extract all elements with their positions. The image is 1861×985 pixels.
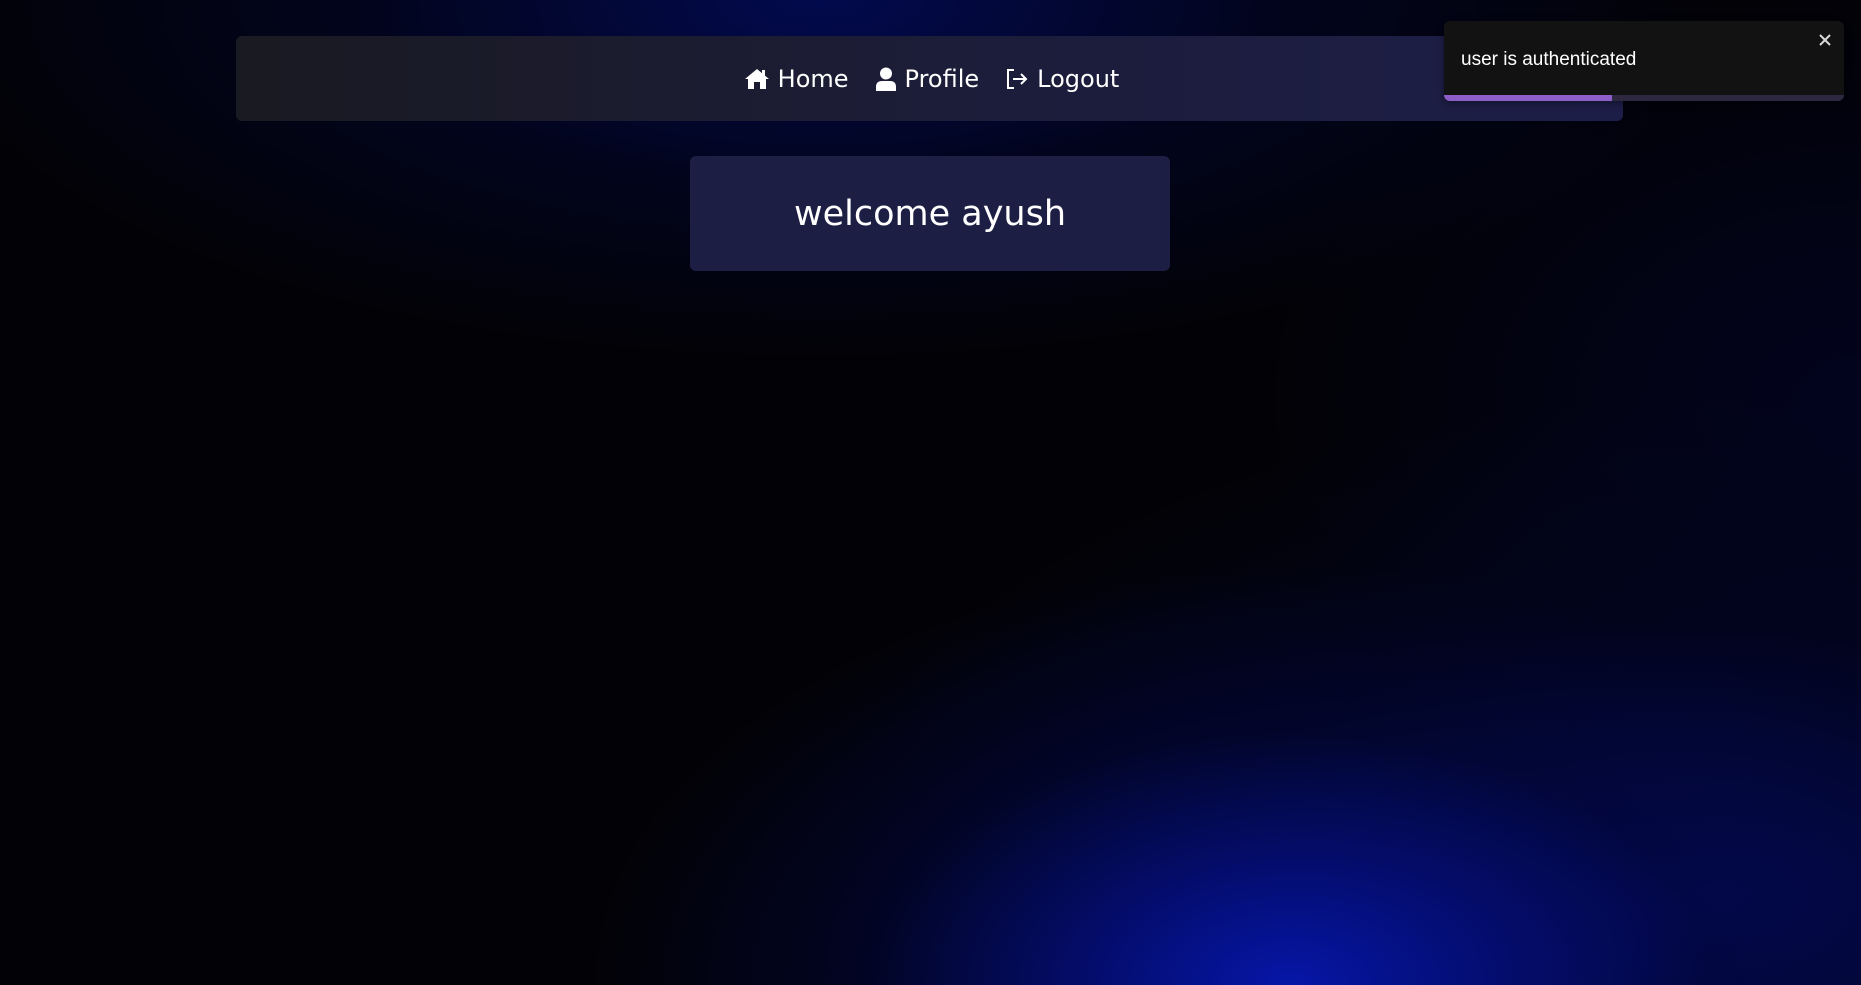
welcome-text: welcome ayush xyxy=(793,193,1067,234)
nav-home-label: Home xyxy=(777,64,849,93)
nav-home-link[interactable]: Home xyxy=(744,65,849,93)
navbar: Home Profile Logout xyxy=(236,36,1623,121)
nav-links: Home Profile Logout xyxy=(744,64,1119,93)
home-icon xyxy=(744,68,770,90)
close-icon[interactable] xyxy=(1814,29,1836,51)
nav-profile-link[interactable]: Profile xyxy=(875,64,980,93)
logout-icon xyxy=(1005,67,1029,91)
toast-notification: user is authenticated xyxy=(1444,21,1844,101)
toast-message: user is authenticated xyxy=(1461,49,1637,70)
nav-logout-label: Logout xyxy=(1037,64,1120,93)
welcome-card: welcome ayush xyxy=(690,156,1170,271)
toast-progress-track xyxy=(1444,95,1844,101)
nav-profile-label: Profile xyxy=(904,64,980,93)
nav-logout-link[interactable]: Logout xyxy=(1005,65,1119,93)
toast-progress-bar xyxy=(1444,95,1612,101)
user-icon xyxy=(875,67,897,91)
